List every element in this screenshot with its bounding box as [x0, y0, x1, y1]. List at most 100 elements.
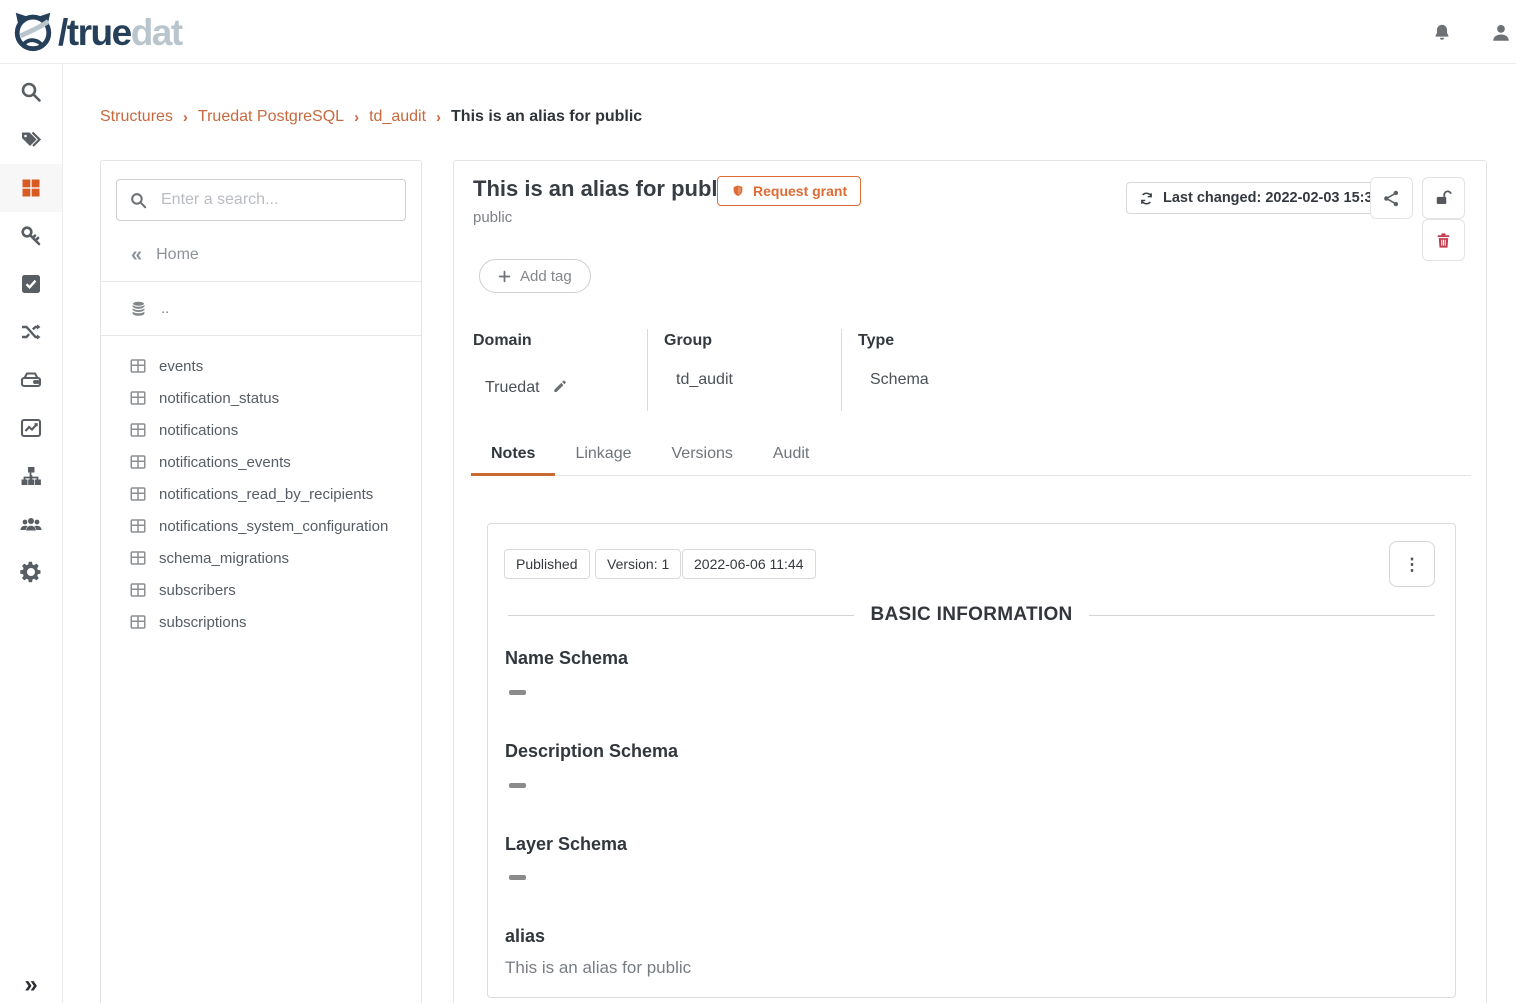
request-grant-button[interactable]: Request grant [717, 176, 861, 206]
breadcrumb-link-structures[interactable]: Structures [100, 108, 173, 126]
table-list-item[interactable]: subscriptions [101, 606, 421, 638]
browser-search [116, 179, 406, 221]
section-header: BASIC INFORMATION [508, 604, 1435, 626]
version-badge: Version: 1 [595, 549, 681, 579]
settings-gear-icon [19, 560, 43, 584]
rail-expand-toggle[interactable]: » [0, 973, 62, 997]
table-icon [129, 485, 147, 503]
table-name: notifications [159, 422, 238, 439]
rail-item-settings[interactable] [0, 548, 62, 596]
logo-text-light: dat [131, 12, 182, 53]
table-name: notification_status [159, 390, 279, 407]
table-icon [129, 613, 147, 631]
table-icon [129, 357, 147, 375]
structure-browser-panel: « Home .. events notification_status [100, 160, 422, 1003]
table-list-item[interactable]: notifications_events [101, 446, 421, 478]
domain-label: Domain [473, 332, 532, 350]
note-card: Published Version: 1 2022-06-06 11:44 ⋮ … [487, 523, 1456, 998]
rail-item-search[interactable] [0, 68, 62, 116]
field-label: Description Schema [505, 741, 678, 762]
notifications-bell-icon[interactable] [1427, 18, 1457, 48]
table-list-item[interactable]: notification_status [101, 382, 421, 414]
tab-audit[interactable]: Audit [753, 437, 829, 476]
table-name: schema_migrations [159, 550, 289, 567]
add-tag-button[interactable]: Add tag [479, 259, 591, 293]
field-label: Name Schema [505, 648, 628, 669]
tab-versions[interactable]: Versions [652, 437, 753, 476]
share-button[interactable] [1370, 177, 1413, 219]
logo-text-dark: /true [58, 12, 131, 53]
table-icon [129, 549, 147, 567]
unlock-button[interactable] [1422, 177, 1465, 219]
delete-button[interactable] [1422, 219, 1465, 261]
breadcrumb-separator: › [436, 109, 441, 126]
rail-item-permissions[interactable] [0, 212, 62, 260]
rail-item-quality[interactable] [0, 260, 62, 308]
table-list-item[interactable]: schema_migrations [101, 542, 421, 574]
status-badge: Published [504, 549, 590, 579]
user-icon[interactable] [1486, 18, 1516, 48]
shield-icon [731, 183, 745, 199]
truedat-logo[interactable]: /truedat [10, 7, 182, 58]
breadcrumb-link-group[interactable]: td_audit [369, 108, 426, 126]
table-icon [129, 389, 147, 407]
tab-linkage[interactable]: Linkage [555, 437, 651, 476]
note-menu-kebab-icon[interactable]: ⋮ [1389, 541, 1435, 587]
group-label: Group [664, 332, 712, 350]
table-icon [129, 581, 147, 599]
page-subtitle: public [473, 209, 512, 226]
tags-icon [19, 128, 43, 152]
table-name: notifications_events [159, 454, 291, 471]
domain-value-text: Truedat [485, 379, 540, 396]
last-changed-label: Last changed: 2022-02-03 15:34 [1163, 190, 1381, 206]
collapse-chevrons-icon: « [131, 245, 142, 265]
search-input[interactable] [117, 180, 405, 220]
meta-divider [841, 329, 842, 411]
table-list-item[interactable]: notifications_read_by_recipients [101, 478, 421, 510]
table-list-item[interactable]: notifications_system_configuration [101, 510, 421, 542]
field-label: alias [505, 926, 545, 947]
database-icon [129, 299, 148, 318]
edit-domain-pencil-icon[interactable] [552, 378, 568, 397]
rail-item-connectors[interactable] [0, 308, 62, 356]
rail-item-tags[interactable] [0, 116, 62, 164]
parent-database-item[interactable]: .. [101, 282, 421, 335]
users-icon [19, 512, 43, 536]
rail-item-structures[interactable] [0, 164, 62, 212]
table-icon [129, 517, 147, 535]
table-list-item[interactable]: events [101, 350, 421, 382]
page-title: This is an alias for public [473, 176, 736, 202]
table-name: notifications_system_configuration [159, 518, 388, 535]
home-link[interactable]: « Home [101, 235, 421, 281]
key-icon [19, 224, 43, 248]
tab-notes[interactable]: Notes [471, 437, 555, 476]
owl-logo-icon [10, 7, 56, 58]
empty-value-dash [509, 875, 526, 880]
search-icon [19, 80, 43, 104]
divider [1089, 615, 1435, 616]
rail-item-users[interactable] [0, 500, 62, 548]
structures-grid-icon [19, 176, 43, 200]
breadcrumb-link-system[interactable]: Truedat PostgreSQL [198, 108, 344, 126]
table-list-item[interactable]: subscribers [101, 574, 421, 606]
table-list-item[interactable]: notifications [101, 414, 421, 446]
rail-item-systems[interactable] [0, 356, 62, 404]
rail-item-insights[interactable] [0, 404, 62, 452]
share-icon [1382, 189, 1401, 208]
quality-check-icon [19, 272, 43, 296]
table-name: events [159, 358, 203, 375]
empty-value-dash [509, 783, 526, 788]
type-value: Schema [870, 371, 929, 389]
breadcrumb: Structures › Truedat PostgreSQL › td_aud… [100, 108, 642, 126]
table-name: notifications_read_by_recipients [159, 486, 373, 503]
plus-icon [498, 270, 511, 283]
truedat-app: /truedat [0, 0, 1516, 1003]
structure-detail-panel: This is an alias for public public Reque… [453, 160, 1487, 1003]
empty-value-dash [509, 690, 526, 695]
table-list: events notification_status notifications… [101, 336, 421, 652]
last-changed-button[interactable]: Last changed: 2022-02-03 15:34 [1126, 182, 1394, 214]
lineage-sitemap-icon [19, 464, 43, 488]
unlock-icon [1434, 189, 1453, 208]
home-label: Home [156, 246, 199, 264]
rail-item-lineage[interactable] [0, 452, 62, 500]
